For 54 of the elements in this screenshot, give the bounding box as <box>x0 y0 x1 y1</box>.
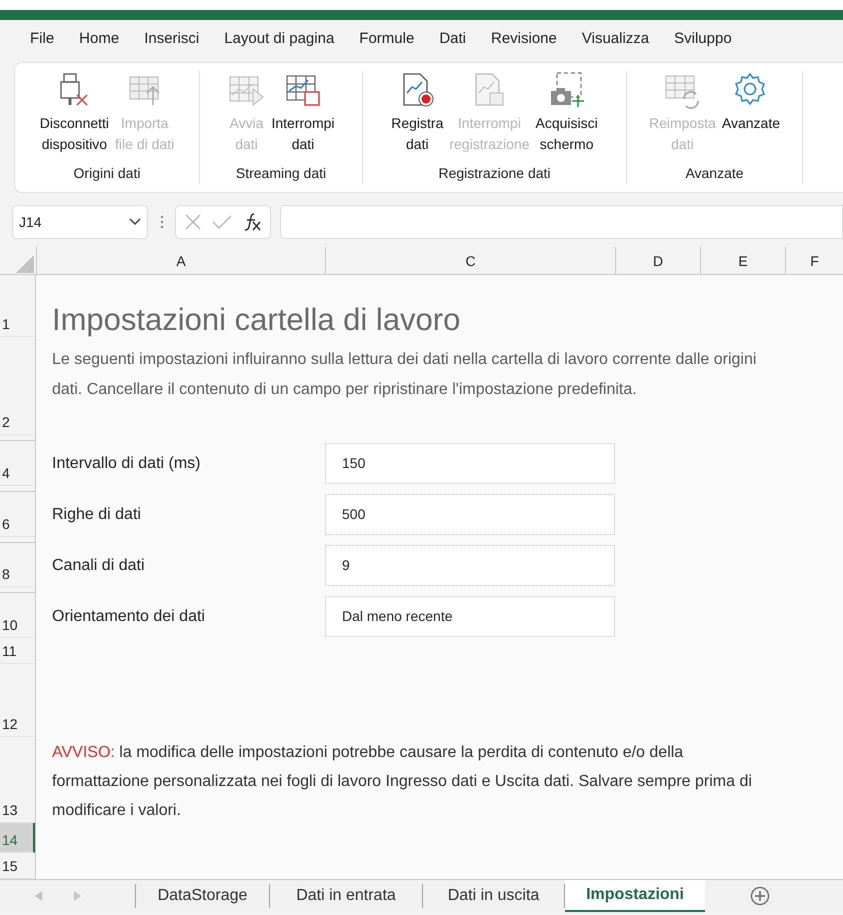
menu-tab[interactable]: Inserisci <box>144 28 200 50</box>
sheet-tab[interactable]: DataStorage <box>136 884 270 908</box>
scroll-left-icon[interactable] <box>35 891 43 901</box>
chevron-down-icon <box>129 218 141 226</box>
row-header[interactable]: 2 <box>2 412 10 433</box>
setting-label: Orientamento dei dati <box>52 606 206 626</box>
setting-field[interactable]: 500 <box>325 494 615 535</box>
menu-tab[interactable]: Revisione <box>491 28 557 50</box>
name-box[interactable]: J14 <box>12 205 148 239</box>
row-header[interactable]: 8 <box>2 564 10 586</box>
setting-label: Intervallo di dati (ms) <box>52 454 202 474</box>
add-sheet-icon[interactable] <box>750 886 770 906</box>
row-header[interactable]: 4 <box>2 462 10 484</box>
menu-tab[interactable]: File <box>30 28 54 50</box>
scroll-right-icon[interactable] <box>73 891 81 901</box>
row-header[interactable]: 6 <box>2 514 10 535</box>
menu-tab[interactable]: Visualizza <box>582 28 650 50</box>
ribbon-button[interactable]: Registra dati <box>389 71 446 159</box>
ribbon-button[interactable]: Interrompi dati <box>269 71 337 159</box>
row-header[interactable]: 15 <box>2 856 18 877</box>
select-all-icon[interactable] <box>16 255 34 273</box>
setting-label: Canali di dati <box>52 556 146 576</box>
sheet-tab[interactable]: Dati in entrata <box>270 884 423 908</box>
warning-text: AVVISO: la modifica delle impostazioni potrebbe causare la perdita di contenuto e/o della formattazione personalizzata nei fogli di lavoro Ingresso dati e Uscita dati. Salvare sempre prima di modificare i valori. <box>52 743 753 821</box>
formula-bar[interactable] <box>280 205 843 239</box>
function-icon[interactable] <box>242 212 262 232</box>
group-label: Origini dati <box>74 164 140 183</box>
ribbon-button[interactable]: Disconnetti dispositivo <box>38 71 112 159</box>
setting-field[interactable]: 9 <box>325 545 615 586</box>
row-header[interactable]: 12 <box>2 714 18 736</box>
check-icon[interactable] <box>212 214 232 230</box>
group-label: Avanzate <box>685 164 744 183</box>
ribbon-button[interactable]: Acquisisci schermo <box>534 71 600 159</box>
description-text: Le seguenti impostazioni influiranno sulla lettura dei dati nella cartella di lavoro corrente dalle origini dati. Cancellare il contenuto di un campo per ripristinare l'impostazione predefinita. <box>52 350 758 400</box>
setting-label: Righe di dati <box>52 504 142 524</box>
row-header[interactable]: 11 <box>2 641 17 662</box>
menu-tab[interactable]: Home <box>79 28 120 50</box>
setting-field[interactable]: Dal meno recente <box>325 596 615 637</box>
cancel-icon[interactable] <box>184 213 202 231</box>
row-header[interactable]: 10 <box>2 615 18 636</box>
sheet-tab[interactable]: Impostazioni <box>565 880 705 912</box>
ribbon-button[interactable]: Avanzate <box>720 71 782 159</box>
group-label: Streaming dati <box>236 164 326 183</box>
group-label: Registrazione dati <box>438 164 551 183</box>
row-header[interactable]: 13 <box>2 800 18 822</box>
setting-field[interactable]: 150 <box>325 443 615 484</box>
grip-icon <box>160 215 164 229</box>
menu-tab[interactable]: Formule <box>359 28 414 50</box>
menu-tab[interactable]: Sviluppo <box>674 28 732 50</box>
row-header[interactable]: 1 <box>2 314 10 335</box>
menu-tab[interactable]: Dati <box>439 28 466 50</box>
sheet-title: Impostazioni cartella di lavoro <box>52 304 460 335</box>
cell-reference: J14 <box>19 212 42 232</box>
menu-tab[interactable]: Layout di pagina <box>224 28 334 50</box>
